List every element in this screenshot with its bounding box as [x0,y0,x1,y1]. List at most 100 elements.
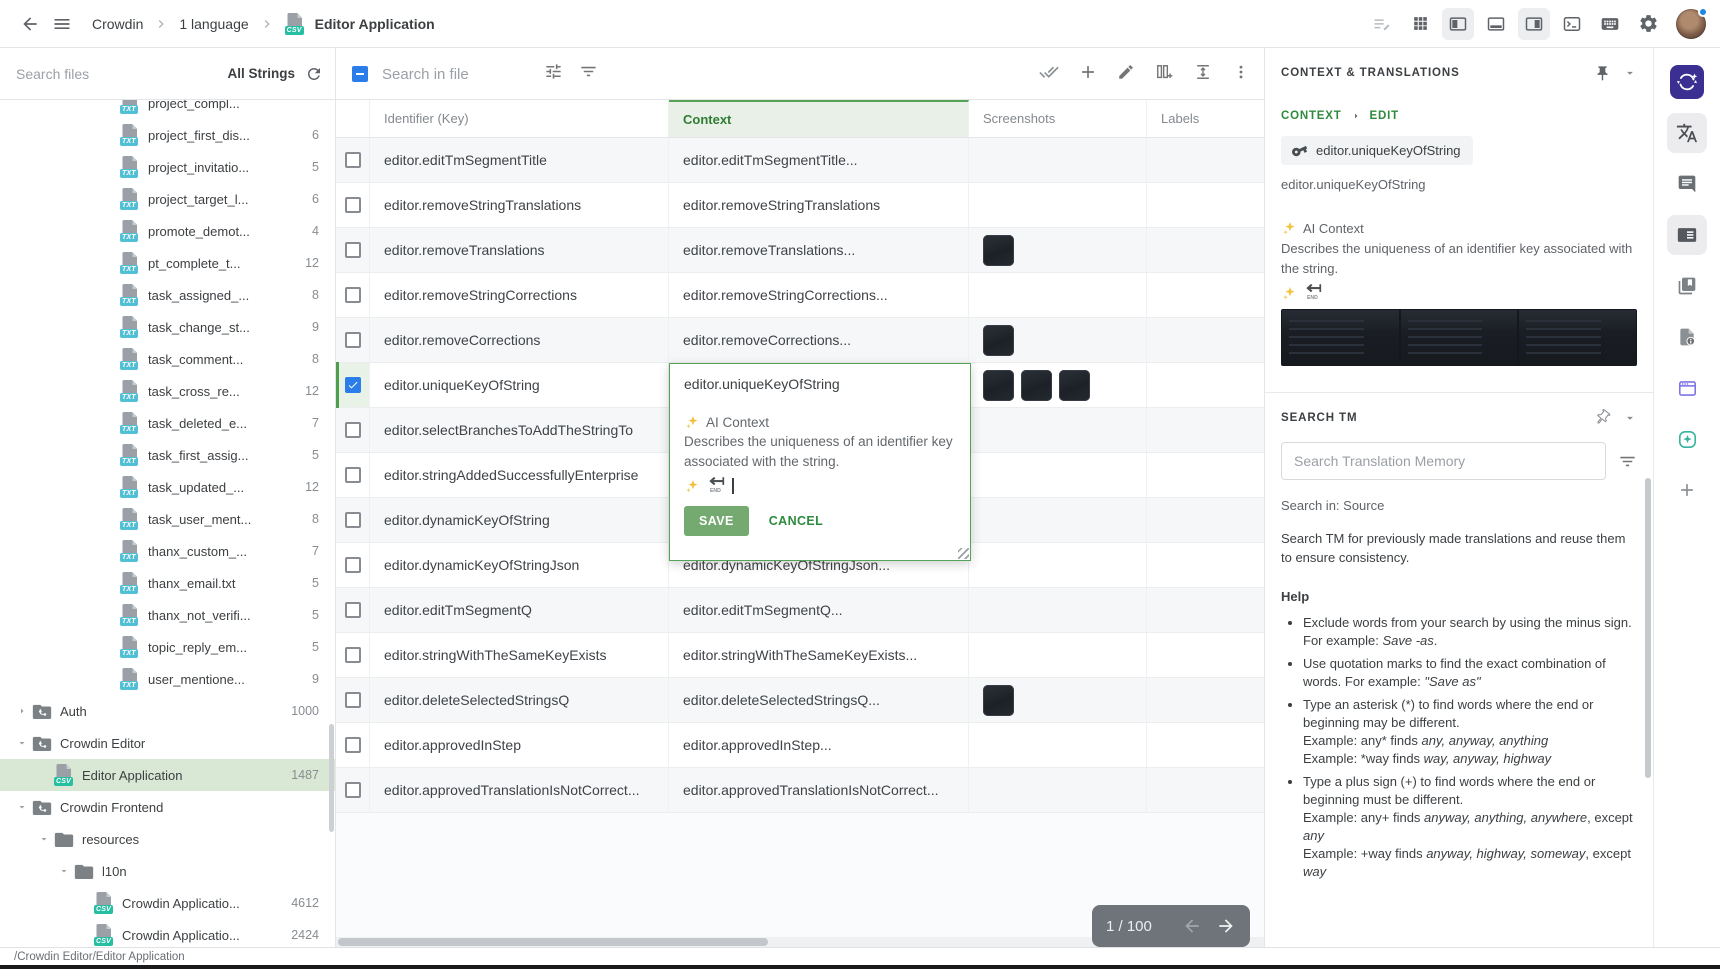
screenshot-thumbnail[interactable] [983,325,1014,356]
context-card-button[interactable] [1667,215,1707,255]
table-row[interactable]: editor.editTmSegmentTitleeditor.editTmSe… [336,138,1264,183]
table-row[interactable]: editor.deleteSelectedStringsQeditor.dele… [336,678,1264,723]
tree-caret-down-icon[interactable] [54,865,74,877]
back-button[interactable] [14,8,46,40]
menu-button[interactable] [46,8,78,40]
row-checkbox[interactable] [345,692,361,708]
row-checkbox[interactable] [345,242,361,258]
file-list-item[interactable]: TXTtask_updated_...12 [0,471,335,503]
tm-filter-icon[interactable] [1618,452,1637,471]
column-header-labels[interactable]: Labels [1147,100,1264,137]
gear-button[interactable] [1632,8,1664,40]
cancel-button[interactable]: CANCEL [769,514,823,528]
table-row[interactable]: editor.removeStringTranslationseditor.re… [336,183,1264,228]
file-list-item[interactable]: TXTtask_cross_re...12 [0,375,335,407]
screenshot-thumbnail[interactable] [983,235,1014,266]
add-panel-button[interactable] [1667,470,1707,510]
search-in-file-input[interactable] [382,61,532,87]
save-button[interactable]: SAVE [684,506,749,536]
row-checkbox[interactable] [345,377,361,393]
screenshot-thumbnail[interactable] [1021,370,1052,401]
row-checkbox[interactable] [345,422,361,438]
tree-caret-right-icon[interactable] [12,705,32,717]
table-row[interactable]: editor.approvedInStepeditor.approvedInSt… [336,723,1264,768]
tree-caret-down-icon[interactable] [12,737,32,749]
layout-right-button[interactable] [1518,8,1550,40]
user-avatar[interactable] [1676,9,1706,39]
translate-button[interactable] [1667,113,1707,153]
row-checkbox[interactable] [345,332,361,348]
sidebar-scrollbar[interactable] [329,724,334,832]
column-header-screenshots[interactable]: Screenshots [969,100,1147,137]
tasks-edit-button[interactable] [1366,8,1398,40]
file-list-item[interactable]: TXTtask_change_st...9 [0,311,335,343]
file-list-item[interactable]: TXTpt_complete_t...12 [0,247,335,279]
search-tm-input[interactable] [1281,442,1606,480]
row-checkbox[interactable] [345,737,361,753]
glossary-book-button[interactable] [1667,266,1707,306]
breadcrumb-project[interactable]: Crowdin [92,16,143,32]
file-list-item[interactable]: TXTtask_first_assig...5 [0,439,335,471]
search-files-input[interactable] [16,66,217,82]
screenshot-thumbnail[interactable] [983,685,1014,716]
tree-folder-item[interactable]: Crowdin Editor [0,727,335,759]
file-list-item[interactable]: TXTpromote_demot...4 [0,215,335,247]
table-row[interactable]: editor.removeStringCorrectionseditor.rem… [336,273,1264,318]
breadcrumb-language[interactable]: 1 language [179,16,248,32]
file-list-item[interactable]: TXTthanx_email.txt5 [0,567,335,599]
file-list-item[interactable]: TXTtask_comment...8 [0,343,335,375]
screenshot-preview-strip[interactable] [1281,309,1637,366]
row-checkbox[interactable] [345,647,361,663]
row-checkbox[interactable] [345,152,361,168]
layout-bottom-button[interactable] [1480,8,1512,40]
tune-icon[interactable] [544,62,563,81]
file-list-item[interactable]: TXTproject_first_dis...6 [0,119,335,151]
select-all-checkbox[interactable] [352,66,368,82]
tree-file-item[interactable]: CSVEditor Application1487 [0,759,335,791]
table-row[interactable]: editor.removeCorrectionseditor.removeCor… [336,318,1264,363]
screenshot-thumbnail[interactable] [1059,370,1090,401]
pin-icon[interactable] [1594,65,1611,82]
filter-icon[interactable] [579,62,598,81]
file-list-item[interactable]: TXTuser_mentione...9 [0,663,335,695]
comment-button[interactable] [1667,164,1707,204]
tree-file-item[interactable]: CSVCrowdin Applicatio...2424 [0,919,335,947]
app-window-button[interactable] [1667,368,1707,408]
resize-handle[interactable] [958,548,969,559]
column-header-context[interactable]: Context [669,100,969,137]
file-list-item[interactable]: TXTtask_deleted_e...7 [0,407,335,439]
context-link[interactable]: CONTEXT [1281,110,1342,122]
table-row[interactable]: editor.approvedTranslationIsNotCorrect..… [336,768,1264,813]
done-all-icon[interactable] [1039,62,1059,82]
file-list-item[interactable]: TXTthanx_custom_...7 [0,535,335,567]
row-checkbox[interactable] [345,782,361,798]
string-key-chip[interactable]: editor.uniqueKeyOfString [1281,136,1473,165]
edit-string-icon[interactable] [1117,63,1135,81]
row-checkbox[interactable] [345,287,361,303]
row-height-icon[interactable] [1193,62,1213,82]
file-info-button[interactable] [1667,317,1707,357]
tree-file-item[interactable]: CSVCrowdin Applicatio...4612 [0,887,335,919]
edit-link[interactable]: EDIT [1370,110,1399,122]
more-vertical-icon[interactable] [1232,63,1250,81]
insert-column-icon[interactable] [1154,62,1174,82]
file-list-item[interactable]: TXTtask_assigned_...8 [0,279,335,311]
breadcrumb-file[interactable]: Editor Application [315,16,435,32]
grid-view-button[interactable] [1404,8,1436,40]
table-row[interactable]: editor.stringWithTheSameKeyExistseditor.… [336,633,1264,678]
add-string-icon[interactable] [1078,62,1098,82]
panel-scrollbar[interactable] [1645,478,1651,778]
keyboard-button[interactable] [1594,8,1626,40]
file-list-item[interactable]: TXTproject_compl... [0,100,335,119]
chevron-down-icon[interactable] [1623,411,1637,425]
screenshot-thumbnail[interactable] [983,370,1014,401]
tree-folder-item[interactable]: resources [0,823,335,855]
pin-outline-icon[interactable] [1594,409,1611,426]
terminal-button[interactable] [1556,8,1588,40]
tree-folder-item[interactable]: Auth1000 [0,695,335,727]
chevron-down-icon[interactable] [1623,66,1637,80]
strings-filter-dropdown[interactable]: All Strings [227,66,295,81]
table-row[interactable]: editor.editTmSegmentQeditor.editTmSegmen… [336,588,1264,633]
layout-left-button[interactable] [1442,8,1474,40]
row-checkbox[interactable] [345,467,361,483]
